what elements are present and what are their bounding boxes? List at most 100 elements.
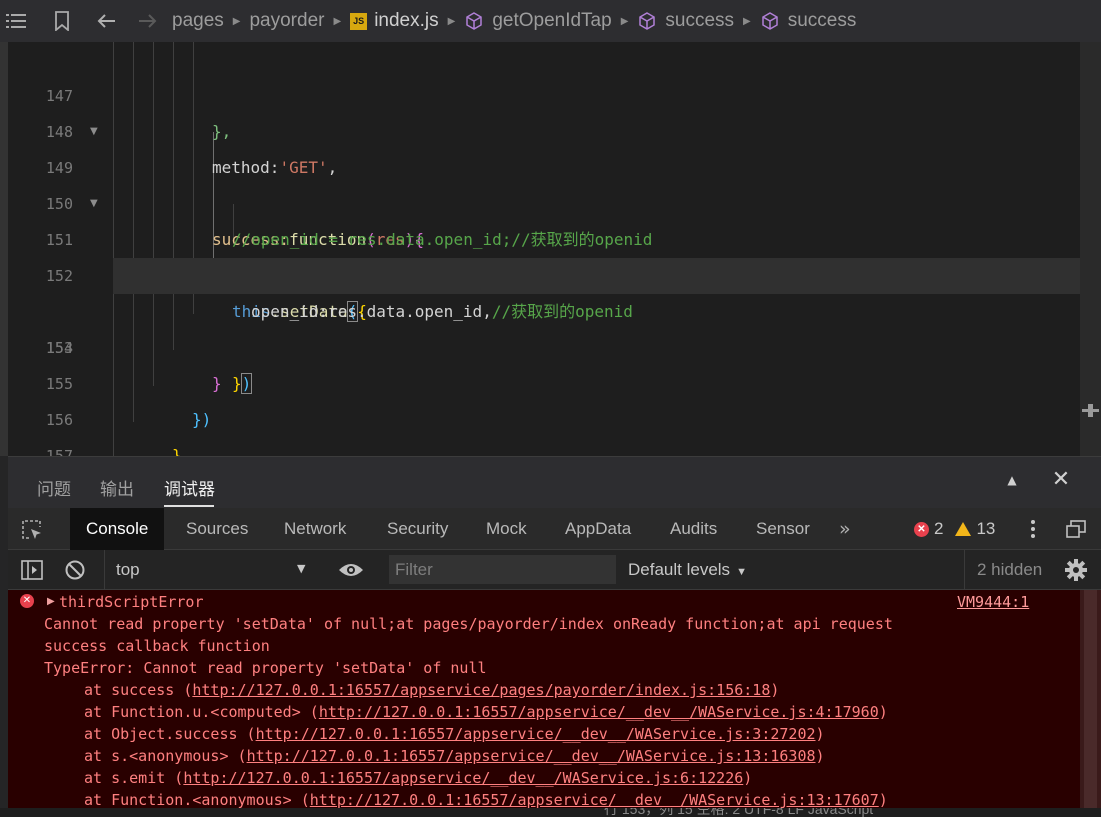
- tab-mock[interactable]: Mock: [486, 508, 527, 550]
- method-cube-icon: [464, 11, 484, 31]
- more-options-icon[interactable]: [1030, 517, 1036, 541]
- stack-frame-link[interactable]: http://127.0.0.1:16557/appservice/__dev_…: [183, 769, 743, 787]
- inspect-element-icon[interactable]: [20, 518, 44, 542]
- stack-frame-suffix: ): [743, 769, 753, 787]
- stack-frame-suffix: ): [815, 747, 825, 765]
- stack-frame: at Object.success (http://127.0.0.1:1655…: [84, 723, 825, 745]
- undock-icon[interactable]: [1066, 520, 1086, 538]
- active-tab-indicator: [164, 505, 214, 507]
- console-output[interactable]: ✕ ▶ thirdScriptError VM9444:1 Cannot rea…: [8, 590, 1080, 808]
- tab-console[interactable]: Console: [70, 508, 165, 550]
- sidebar-toggle-icon[interactable]: [20, 558, 44, 582]
- code-line: 155 }): [8, 330, 1080, 429]
- error-title[interactable]: thirdScriptError: [59, 591, 204, 613]
- menu-icon[interactable]: [2, 0, 30, 42]
- eye-icon[interactable]: [338, 560, 364, 580]
- panel-header: 问题 输出 调试器 ▲ ✕: [8, 456, 1101, 508]
- stack-frame-suffix: ): [815, 725, 825, 743]
- stack-frame-link[interactable]: http://127.0.0.1:16557/appservice/pages/…: [192, 681, 770, 699]
- stack-frame-fn: at s.<anonymous> (: [84, 747, 247, 765]
- code-line: 151 ▼ this.setData({: [8, 186, 1080, 322]
- console-scrollbar[interactable]: [1080, 590, 1101, 808]
- error-icon: ✕: [20, 594, 34, 608]
- panel-tab-problems[interactable]: 问题: [37, 475, 71, 500]
- chevron-right-icon: ▶: [743, 15, 751, 27]
- code-line: 156 }: [8, 366, 1080, 456]
- error-message: success callback function: [44, 637, 270, 655]
- status-text: 行 153，列 15 空格: 2 UTF-8 LF JavaScript: [604, 808, 874, 817]
- error-icon: ✕: [914, 521, 929, 537]
- panel-maximize-icon[interactable]: ▲: [1004, 473, 1020, 489]
- scrollbar-thumb[interactable]: [1084, 590, 1097, 808]
- chevron-right-icon: ▶: [447, 15, 456, 27]
- stack-frame-link[interactable]: http://127.0.0.1:16557/appservice/__dev_…: [319, 703, 879, 721]
- context-value: top: [116, 560, 140, 579]
- editor-gutter-strip: [0, 42, 8, 456]
- code-line-current: 153 }): [8, 258, 1080, 394]
- source-link[interactable]: VM9444:1: [957, 591, 1029, 613]
- tab-audits[interactable]: Audits: [670, 508, 717, 550]
- dropdown-arrow-icon: ▼: [297, 562, 306, 575]
- stack-frame-link[interactable]: http://127.0.0.1:16557/appservice/__dev_…: [310, 791, 879, 808]
- chevron-right-icon: ▶: [620, 15, 629, 27]
- panel-tab-debugger[interactable]: 调试器: [164, 475, 215, 500]
- code-line: 154 }: [8, 294, 1080, 393]
- back-arrow-icon[interactable]: [92, 0, 120, 42]
- chevron-right-icon: ▶: [232, 15, 241, 27]
- issues-counter[interactable]: ✕ 2 13: [914, 508, 995, 550]
- breadcrumb-item-success-inner[interactable]: success: [788, 10, 857, 32]
- log-levels-selector[interactable]: Default levels ▼: [628, 550, 747, 590]
- clear-console-icon[interactable]: [63, 558, 87, 582]
- breadcrumb-item-method[interactable]: getOpenIdTap: [492, 10, 611, 32]
- bookmark-icon[interactable]: [48, 0, 76, 42]
- code-line: 149 ▼ success:function(res){: [8, 114, 1080, 249]
- js-file-icon: JS: [350, 12, 368, 30]
- stack-frame: at success (http://127.0.0.1:16557/appse…: [84, 679, 779, 701]
- stack-frame: at Function.u.<computed> (http://127.0.0…: [84, 701, 888, 723]
- fold-arrow-icon[interactable]: ▼: [90, 186, 98, 222]
- code-line: 157 }): [8, 402, 1080, 456]
- close-icon[interactable]: ✕: [1050, 469, 1072, 491]
- scroll-position-marker[interactable]: [1082, 404, 1099, 417]
- error-message: Cannot read property 'setData' of null;a…: [44, 615, 893, 633]
- tab-sensor[interactable]: Sensor: [756, 508, 810, 550]
- hidden-messages-count: 2 hidden: [964, 550, 1042, 590]
- stack-frame-link[interactable]: http://127.0.0.1:16557/appservice/__dev_…: [256, 725, 816, 743]
- tab-network[interactable]: Network: [284, 508, 346, 550]
- fold-arrow-icon[interactable]: ▼: [90, 114, 98, 150]
- expand-triangle-icon[interactable]: ▶: [47, 596, 55, 607]
- stack-frame-fn: at s.emit (: [84, 769, 184, 787]
- stack-frame-link[interactable]: http://127.0.0.1:16557/appservice/__dev_…: [247, 747, 816, 765]
- breadcrumb-item-pages[interactable]: pages: [172, 10, 224, 32]
- breadcrumb-item-payorder[interactable]: payorder: [249, 10, 324, 32]
- breadcrumb-bar: pages ▶ payorder ▶ JS index.js ▶ getOpen…: [0, 0, 1101, 42]
- context-selector[interactable]: top ▼: [104, 550, 314, 590]
- editor-scrollbar[interactable]: [1080, 42, 1101, 456]
- error-count: 2: [934, 519, 944, 538]
- status-bar: 行 153，列 15 空格: 2 UTF-8 LF JavaScript: [0, 808, 1101, 817]
- console-toolbar: top ▼ Default levels ▼ 2 hidden: [8, 550, 1101, 590]
- stack-frame-fn: at Function.u.<computed> (: [84, 703, 319, 721]
- forward-arrow-icon[interactable]: [134, 0, 162, 42]
- stack-frame-fn: at Function.<anonymous> (: [84, 791, 310, 808]
- current-line-highlight: [113, 258, 1080, 294]
- error-type: TypeError: Cannot read property 'setData…: [44, 659, 487, 677]
- chevron-right-icon: ▶: [333, 15, 342, 27]
- filter-input[interactable]: [389, 555, 616, 584]
- code-line: 150 //open_id = res.data.open_id;//获取到的o…: [8, 150, 1080, 249]
- breadcrumb-item-success[interactable]: success: [665, 10, 734, 32]
- breadcrumb: pages ▶ payorder ▶ JS index.js ▶ getOpen…: [172, 10, 856, 32]
- tab-security[interactable]: Security: [387, 508, 448, 550]
- code-editor[interactable]: 147 }, 148 method:'GET', 149 ▼ success:f…: [0, 42, 1101, 456]
- more-tabs-icon[interactable]: »: [839, 508, 851, 550]
- stack-frame-suffix: ): [770, 681, 780, 699]
- stack-frame: at s.emit (http://127.0.0.1:16557/appser…: [84, 767, 752, 789]
- warning-count: 13: [976, 519, 996, 538]
- panel-tab-output[interactable]: 输出: [100, 475, 134, 500]
- tab-sources[interactable]: Sources: [186, 508, 248, 550]
- breadcrumb-item-file[interactable]: index.js: [374, 10, 438, 32]
- warning-icon: [955, 522, 972, 536]
- gear-icon[interactable]: [1064, 558, 1088, 582]
- tab-appdata[interactable]: AppData: [565, 508, 631, 550]
- dropdown-arrow-icon: ▼: [736, 566, 747, 578]
